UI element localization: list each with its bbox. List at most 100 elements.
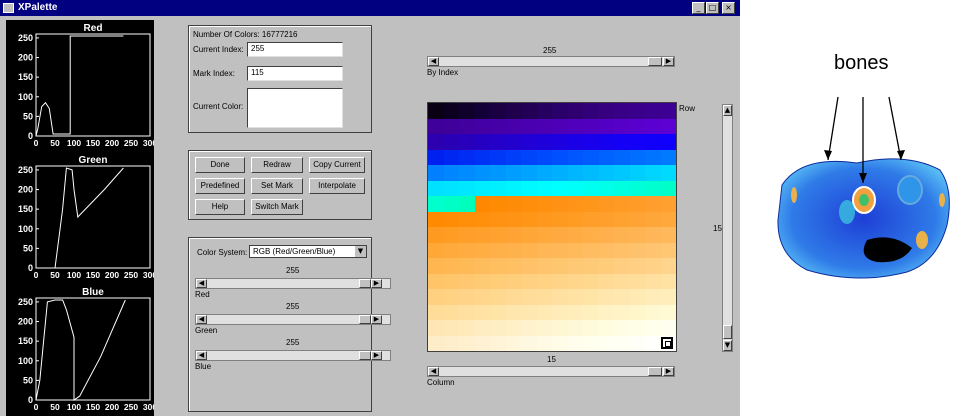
palette-cell[interactable]	[614, 211, 630, 227]
palette-cell[interactable]	[428, 180, 444, 196]
palette-cell[interactable]	[583, 118, 599, 134]
palette-cell[interactable]	[428, 227, 444, 243]
palette-cell[interactable]	[505, 211, 521, 227]
palette-cell[interactable]	[583, 320, 599, 336]
palette-cell[interactable]	[629, 258, 645, 274]
palette-cell[interactable]	[459, 180, 475, 196]
palette-cell[interactable]	[490, 196, 506, 212]
palette-cell[interactable]	[474, 273, 490, 289]
palette-cell[interactable]	[552, 165, 568, 181]
color-system-select[interactable]: RGB (Red/Green/Blue) ▼	[249, 245, 367, 258]
palette-cell[interactable]	[614, 289, 630, 305]
palette-cell[interactable]	[490, 304, 506, 320]
palette-cell[interactable]	[443, 103, 459, 119]
palette-cell[interactable]	[583, 289, 599, 305]
palette-cell[interactable]	[474, 289, 490, 305]
palette-cell[interactable]	[474, 165, 490, 181]
palette-cell[interactable]	[629, 335, 645, 351]
palette-cell[interactable]	[428, 273, 444, 289]
palette-cell[interactable]	[490, 103, 506, 119]
palette-cell[interactable]	[521, 273, 537, 289]
palette-cell[interactable]	[660, 134, 676, 150]
palette-cell[interactable]	[614, 320, 630, 336]
copy-current-button[interactable]: Copy Current	[309, 157, 365, 173]
palette-cell[interactable]	[490, 149, 506, 165]
palette-cell[interactable]	[614, 180, 630, 196]
minimize-button[interactable]: _	[692, 2, 705, 14]
palette-cell[interactable]	[490, 211, 506, 227]
palette-cell[interactable]	[552, 258, 568, 274]
palette-cell[interactable]	[536, 320, 552, 336]
palette-cell[interactable]	[567, 227, 583, 243]
palette-cell[interactable]	[521, 211, 537, 227]
palette-cell[interactable]	[567, 149, 583, 165]
palette-cell[interactable]	[598, 258, 614, 274]
palette-cell[interactable]	[505, 227, 521, 243]
palette-cell[interactable]	[552, 196, 568, 212]
palette-cell[interactable]	[629, 196, 645, 212]
palette-cell[interactable]	[645, 242, 661, 258]
scroll-down-icon[interactable]: ▼	[723, 340, 732, 351]
palette-cell[interactable]	[598, 180, 614, 196]
chevron-down-icon[interactable]: ▼	[355, 246, 366, 257]
palette-cell[interactable]	[490, 227, 506, 243]
palette-cell[interactable]	[583, 227, 599, 243]
palette-cell[interactable]	[521, 289, 537, 305]
palette-cell[interactable]	[474, 149, 490, 165]
palette-cell[interactable]	[583, 103, 599, 119]
palette-cell[interactable]	[443, 258, 459, 274]
scroll-left-icon[interactable]: ◀	[428, 57, 439, 66]
palette-cell[interactable]	[505, 335, 521, 351]
palette-cell[interactable]	[521, 180, 537, 196]
palette-cell[interactable]	[428, 103, 444, 119]
palette-cell[interactable]	[660, 103, 676, 119]
palette-cell[interactable]	[598, 242, 614, 258]
palette-cell[interactable]	[459, 149, 475, 165]
palette-cell[interactable]	[645, 149, 661, 165]
palette-cell[interactable]	[459, 304, 475, 320]
palette-cell[interactable]	[629, 320, 645, 336]
palette-cell[interactable]	[459, 289, 475, 305]
palette-cell[interactable]	[521, 320, 537, 336]
palette-cell[interactable]	[629, 211, 645, 227]
palette-cell[interactable]	[552, 227, 568, 243]
palette-cell[interactable]	[505, 134, 521, 150]
scroll-right-icon[interactable]: ▶	[371, 279, 382, 288]
scroll-right-icon[interactable]: ▶	[371, 315, 382, 324]
palette-cell[interactable]	[660, 320, 676, 336]
palette-cell[interactable]	[583, 196, 599, 212]
palette-cell[interactable]	[521, 335, 537, 351]
palette-cell[interactable]	[474, 335, 490, 351]
palette-cell[interactable]	[459, 196, 475, 212]
palette-cell[interactable]	[459, 211, 475, 227]
palette-cell[interactable]	[614, 196, 630, 212]
current-index-field[interactable]: 255	[247, 42, 343, 57]
palette-cell[interactable]	[552, 273, 568, 289]
palette-cell[interactable]	[428, 118, 444, 134]
palette-cell[interactable]	[567, 196, 583, 212]
palette-cell[interactable]	[443, 242, 459, 258]
palette-cell[interactable]	[583, 211, 599, 227]
palette-cell[interactable]	[536, 149, 552, 165]
palette-cell[interactable]	[521, 304, 537, 320]
palette-cell[interactable]	[660, 289, 676, 305]
palette-cell[interactable]	[583, 242, 599, 258]
palette-cell[interactable]	[552, 289, 568, 305]
palette-cell[interactable]	[521, 196, 537, 212]
palette-cell[interactable]	[490, 242, 506, 258]
palette-cell[interactable]	[583, 165, 599, 181]
column-thumb[interactable]	[648, 367, 662, 376]
palette-cell[interactable]	[614, 227, 630, 243]
palette-cell[interactable]	[645, 180, 661, 196]
palette-cell[interactable]	[490, 118, 506, 134]
scroll-left-icon[interactable]: ◀	[428, 367, 439, 376]
palette-cell[interactable]	[645, 118, 661, 134]
palette-cell[interactable]	[428, 196, 444, 212]
palette-cell[interactable]	[567, 320, 583, 336]
palette-cell[interactable]	[645, 273, 661, 289]
palette-cell[interactable]	[536, 211, 552, 227]
palette-cell[interactable]	[567, 103, 583, 119]
palette-cell[interactable]	[459, 258, 475, 274]
palette-cell[interactable]	[660, 118, 676, 134]
palette-cell[interactable]	[490, 273, 506, 289]
